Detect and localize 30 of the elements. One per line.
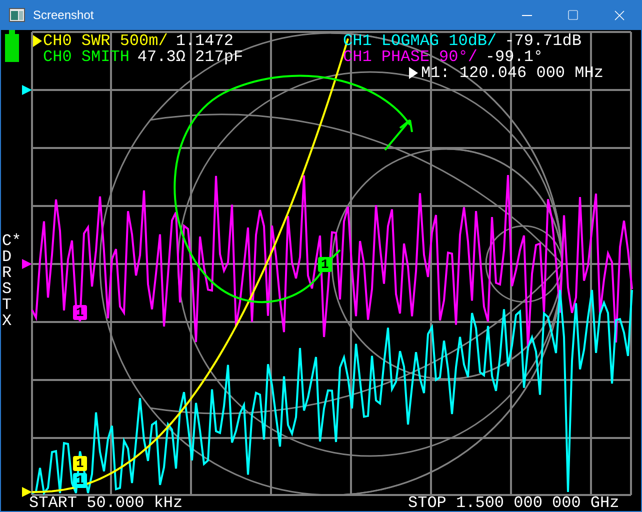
marker-badge: 1 — [73, 456, 87, 471]
reference-arrow-icon — [22, 85, 32, 95]
calibration-status: X — [2, 313, 13, 329]
marker-badge: 1 — [73, 305, 87, 320]
start-frequency: START 50.000 kHz — [29, 495, 183, 511]
trace-value: 1.1472 — [176, 33, 234, 49]
calibration-status: D — [2, 249, 13, 265]
window-title: Screenshot — [33, 7, 94, 24]
calibration-status: S — [2, 281, 13, 297]
marker-badge: 1 — [73, 473, 87, 488]
trace-value: -79.71dB — [504, 33, 582, 49]
minimize-icon — [522, 14, 532, 16]
active-trace-icon — [33, 35, 42, 47]
trace-label: CH0 SMITH — [43, 49, 130, 65]
trace-value: -99.1° — [485, 49, 544, 65]
trace-label: CH1 LOGMAG 10dB/ — [343, 33, 497, 49]
trace-label: CH1 PHASE 90°/ — [343, 49, 478, 65]
trace-value: 47.3Ω 217pF — [137, 49, 244, 65]
reference-arrow-icon — [22, 487, 32, 497]
app-icon — [9, 8, 25, 22]
battery-icon — [4, 30, 20, 62]
maximize-icon — [567, 9, 579, 21]
stop-frequency: STOP 1.500 000 000 GHz — [408, 495, 620, 511]
calibration-status: R — [2, 265, 13, 281]
reference-arrow-icon — [22, 259, 32, 269]
calibration-status: T — [2, 297, 13, 313]
trace-label: CH0 SWR 500m/ — [43, 33, 168, 49]
marker-badge: 1 — [318, 257, 332, 272]
marker-frequency: M1: 120.046 000 MHz — [421, 65, 604, 81]
calibration-status: C* — [2, 233, 22, 249]
